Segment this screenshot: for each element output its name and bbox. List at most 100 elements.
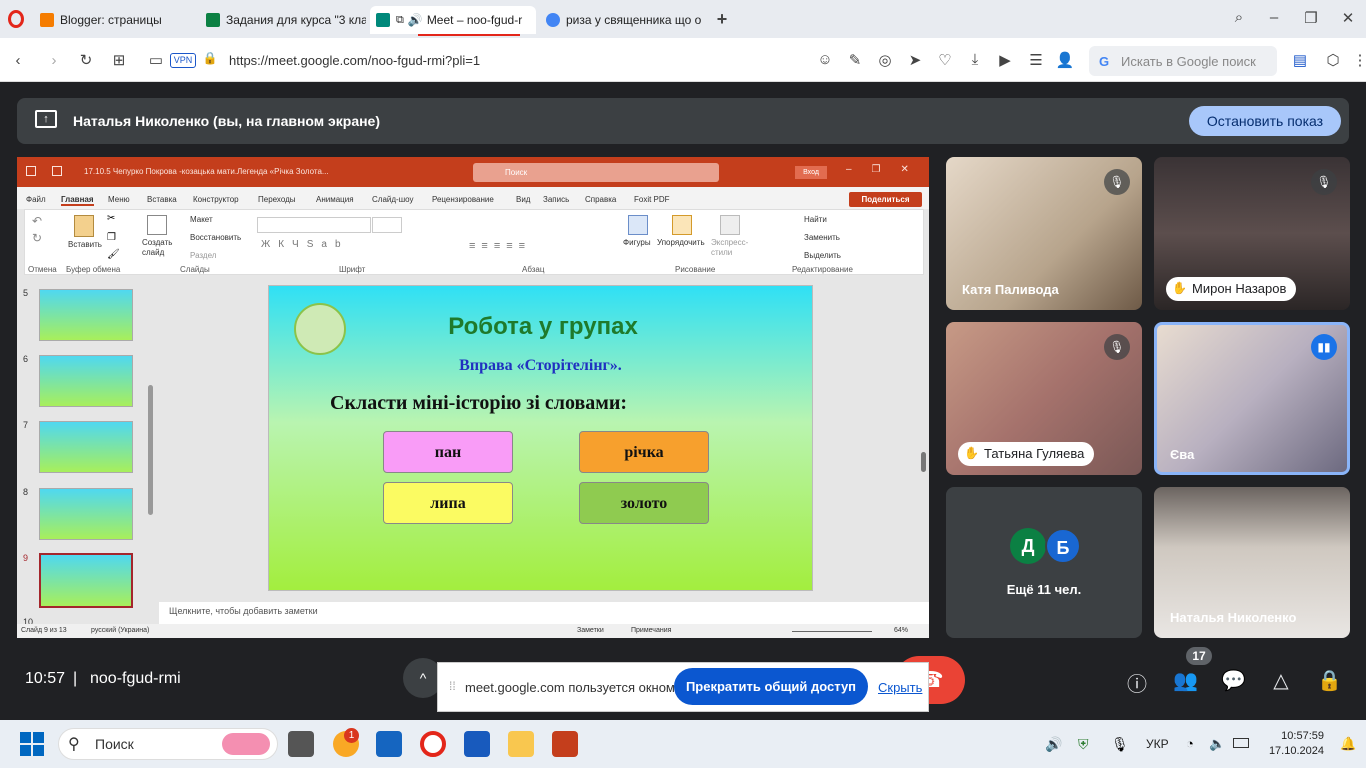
download-icon[interactable]: ⤓ xyxy=(965,51,985,68)
task-view-icon[interactable] xyxy=(288,731,314,757)
store-icon[interactable] xyxy=(376,731,402,757)
ppt-autosave-icon[interactable] xyxy=(26,166,36,176)
file-explorer-icon[interactable] xyxy=(508,731,534,757)
ppt-window-controls[interactable]: –❐✕ xyxy=(846,164,929,175)
forward-icon[interactable]: › xyxy=(44,52,64,69)
shapes-button[interactable]: Фигуры xyxy=(623,238,651,247)
paste-icon[interactable] xyxy=(74,215,94,237)
speed-dial-icon[interactable]: ⊞ xyxy=(109,51,129,69)
slide-thumbnail[interactable] xyxy=(39,289,133,341)
ppt-tab-menu[interactable]: Меню xyxy=(108,195,130,204)
arrange-icon[interactable] xyxy=(672,215,692,235)
sidebar-icon[interactable]: ▤ xyxy=(1290,51,1310,69)
url-text[interactable]: https://meet.google.com/noo-fgud-rmi?pli… xyxy=(229,53,480,68)
ppt-tab-record[interactable]: Запись xyxy=(543,195,569,204)
ppt-tab-foxit[interactable]: Foxit PDF xyxy=(634,195,670,204)
word-icon[interactable] xyxy=(464,731,490,757)
ppt-tab-insert[interactable]: Вставка xyxy=(147,195,177,204)
heart-icon[interactable]: ♡ xyxy=(935,51,955,69)
volume-icon[interactable]: 🔊 xyxy=(1045,736,1062,753)
undo-icon[interactable]: ↶ xyxy=(32,214,42,228)
redo-icon[interactable]: ↻ xyxy=(32,231,42,245)
drag-handle-icon[interactable]: ⁞⁞ xyxy=(449,679,456,693)
minimize-icon[interactable]: – xyxy=(1264,9,1284,26)
stop-presenting-button[interactable]: Остановить показ xyxy=(1189,106,1341,136)
layout-button[interactable]: Макет xyxy=(190,215,213,224)
find-button[interactable]: Найти xyxy=(804,215,827,224)
menu-icon[interactable]: ☰ xyxy=(1026,51,1046,69)
google-search-input[interactable]: Искать в Google поиск xyxy=(1089,46,1277,76)
new-tab-icon[interactable]: + xyxy=(712,9,732,30)
ppt-tab-transitions[interactable]: Переходы xyxy=(258,195,296,204)
reload-icon[interactable]: ↻ xyxy=(76,51,96,69)
slide-thumbnail-selected[interactable] xyxy=(39,553,133,608)
new-slide-icon[interactable] xyxy=(147,215,167,235)
ppt-tab-home[interactable]: Главная xyxy=(61,195,94,206)
slide-thumbnail[interactable] xyxy=(39,355,133,407)
ppt-tab-slideshow[interactable]: Слайд-шоу xyxy=(372,195,413,204)
section-button[interactable]: Раздел xyxy=(190,251,216,260)
search-tabs-icon[interactable]: ⌕ xyxy=(1229,9,1249,26)
notes-input[interactable]: Щелкните, чтобы добавить заметки xyxy=(159,602,929,624)
vpn-badge[interactable]: VPN xyxy=(170,53,196,68)
ppt-tab-animation[interactable]: Анимация xyxy=(316,195,354,204)
select-button[interactable]: Выделить xyxy=(804,251,841,260)
tab-classroom[interactable]: Задания для курса "3 кла xyxy=(200,6,366,34)
ppt-tab-view[interactable]: Вид xyxy=(516,195,530,204)
security-icon[interactable]: ⛨ xyxy=(1078,736,1089,753)
status-notes-button[interactable]: Заметки xyxy=(577,627,604,634)
ppt-tab-review[interactable]: Рецензирование xyxy=(432,195,494,204)
new-slide-button[interactable]: Создать слайд xyxy=(142,238,172,258)
more-participants-tile[interactable] xyxy=(946,487,1142,638)
edit-icon[interactable]: ✎ xyxy=(845,51,865,69)
opera-logo-icon[interactable] xyxy=(8,10,24,28)
close-icon[interactable]: ✕ xyxy=(1338,9,1358,27)
zoom-slider[interactable] xyxy=(792,631,872,632)
host-controls-icon[interactable]: 🔒 xyxy=(1317,668,1342,692)
microphone-icon[interactable]: 🎙 xyxy=(1111,736,1129,753)
camera-icon[interactable]: ▭ xyxy=(146,51,166,69)
stop-sharing-button[interactable]: Прекратить общий доступ xyxy=(674,668,868,705)
slide-thumbnail[interactable] xyxy=(39,421,133,473)
tab-meet[interactable]: ⧉ 🔊 Meet – noo-fgud-r xyxy=(370,6,536,34)
cut-icon[interactable]: ✂ xyxy=(107,213,115,224)
arrange-button[interactable]: Упорядочить xyxy=(657,238,705,247)
wifi-icon[interactable]: ◔ xyxy=(1186,736,1194,751)
reset-button[interactable]: Восстановить xyxy=(190,233,241,242)
paragraph-icons[interactable]: ≡≡≡≡≡ xyxy=(469,240,531,252)
player-icon[interactable]: ▶ xyxy=(995,51,1015,69)
meeting-info-icon[interactable]: ⓘ xyxy=(1125,668,1149,696)
snapshot-icon[interactable]: ◎ xyxy=(875,51,895,69)
people-icon[interactable]: 👥 xyxy=(1173,668,1198,692)
tab-blogger[interactable]: Blogger: страницы xyxy=(34,6,194,34)
tab-google-search[interactable]: риза у священника що о xyxy=(540,6,706,34)
status-comments-button[interactable]: Примечания xyxy=(631,627,671,634)
replace-button[interactable]: Заменить xyxy=(804,233,840,242)
more-icon[interactable]: ⋮ xyxy=(1350,51,1366,69)
speaker-tray-icon[interactable]: 🔈 xyxy=(1209,736,1225,752)
back-icon[interactable]: ‹ xyxy=(8,52,28,69)
ppt-tab-help[interactable]: Справка xyxy=(585,195,616,204)
clock-date[interactable]: 17.10.2024 xyxy=(1262,745,1324,757)
paste-button[interactable]: Вставить xyxy=(68,240,102,249)
ppt-search-input[interactable]: Поиск xyxy=(473,163,719,182)
format-painter-icon[interactable]: 🖌 xyxy=(107,249,120,260)
notifications-icon[interactable]: 🔔 xyxy=(1340,736,1356,752)
restore-icon[interactable]: ❐ xyxy=(1301,9,1321,27)
slide-thumbnail[interactable] xyxy=(39,488,133,540)
clock-time[interactable]: 10:57:59 xyxy=(1268,730,1324,742)
font-format-icons[interactable]: ЖКЧSab xyxy=(261,239,349,250)
activities-icon[interactable]: △ xyxy=(1269,668,1293,692)
thumb-scrollbar[interactable] xyxy=(148,385,153,515)
copy-icon[interactable]: ❐ xyxy=(107,232,116,243)
ppt-share-button[interactable]: Поделиться xyxy=(849,192,922,207)
quick-styles-button[interactable]: Экспресс-стили xyxy=(711,238,748,258)
ppt-tab-design[interactable]: Конструктор xyxy=(193,195,239,204)
powerpoint-icon[interactable] xyxy=(552,731,578,757)
ppt-login-button[interactable]: Вход xyxy=(795,166,827,179)
font-name-select[interactable] xyxy=(257,217,371,233)
lock-icon[interactable]: 🔒 xyxy=(200,51,220,65)
keyboard-language[interactable]: УКР xyxy=(1146,737,1169,751)
chat-icon[interactable]: 💬 xyxy=(1221,668,1246,692)
status-zoom[interactable]: 64% xyxy=(894,627,908,634)
